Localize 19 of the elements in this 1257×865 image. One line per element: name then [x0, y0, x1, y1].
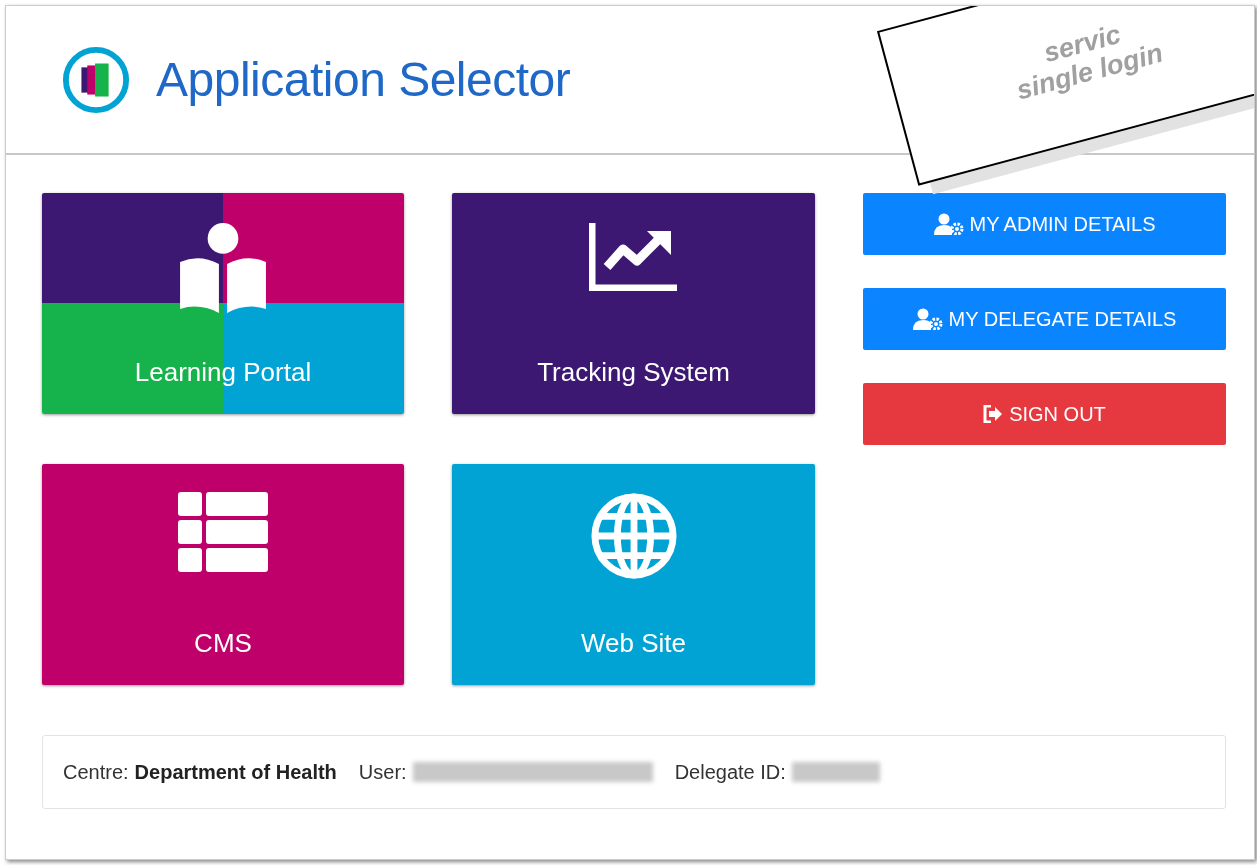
- list-icon: [178, 492, 268, 574]
- details-button[interactable]: MY DELEGATE DETAILS: [863, 288, 1226, 350]
- app-tile[interactable]: Tracking System: [452, 193, 815, 414]
- sign-out-button[interactable]: SIGN OUT: [863, 383, 1226, 445]
- user-gear-icon: [912, 308, 943, 330]
- chart-icon: [588, 221, 679, 291]
- logo-icon: [62, 45, 130, 114]
- centre-name: Department of Health: [134, 760, 337, 784]
- app-tile[interactable]: Web Site: [452, 464, 815, 685]
- sign-out-icon: [983, 405, 1004, 423]
- delegate-label: Delegate ID:: [674, 760, 786, 784]
- details-button[interactable]: MY ADMIN DETAILS: [863, 193, 1226, 255]
- user-gear-icon: [933, 213, 964, 235]
- user-label: User:: [358, 760, 407, 784]
- centre-label: Centre:: [63, 760, 129, 784]
- reader-icon: [177, 221, 269, 313]
- app-title: Application Selector: [156, 52, 571, 107]
- globe-icon: [589, 492, 678, 580]
- app-tile[interactable]: CMS: [42, 464, 404, 685]
